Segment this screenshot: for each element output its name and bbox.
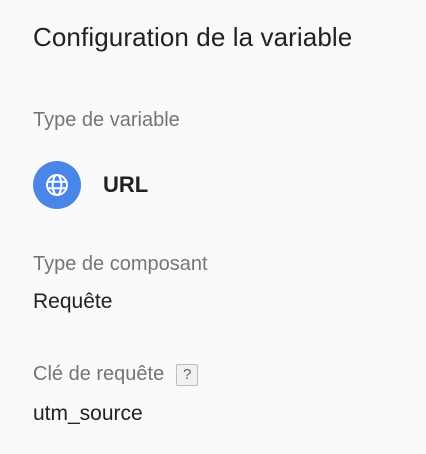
variable-type-name: URL [103, 172, 149, 197]
globe-icon [33, 161, 81, 209]
component-type-value: Requête [33, 290, 113, 313]
query-key-label: Clé de requête [33, 363, 165, 385]
help-icon[interactable]: ? [176, 363, 199, 386]
component-type-label: Type de composant [33, 253, 208, 275]
variable-configuration-panel: Configuration de la variable Type de var… [0, 0, 426, 454]
variable-type-selector[interactable]: URL [33, 161, 148, 209]
variable-type-label: Type de variable [33, 109, 180, 131]
panel-title: Configuration de la variable [33, 22, 353, 52]
query-key-label-row: Clé de requête ? [33, 363, 199, 386]
query-key-value: utm_source [33, 402, 143, 425]
